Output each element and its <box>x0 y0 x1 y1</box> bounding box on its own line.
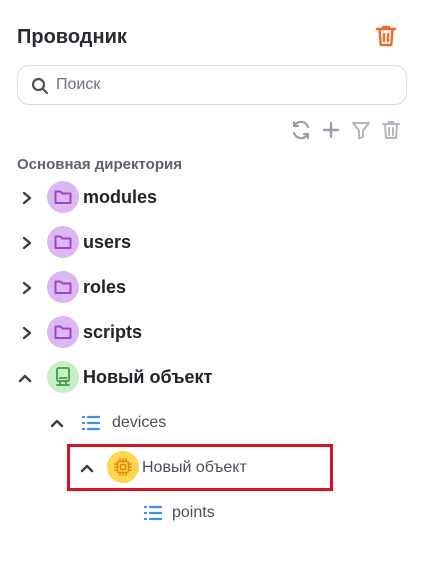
plus-icon[interactable] <box>320 119 342 141</box>
explorer-header: Проводник <box>17 24 407 52</box>
tree-item-roles[interactable]: roles <box>17 270 367 306</box>
trash-icon[interactable] <box>375 24 397 48</box>
list-icon <box>142 502 164 524</box>
tree-item-label: Новый объект <box>83 367 213 387</box>
chevron-right-icon[interactable] <box>19 324 35 342</box>
tree-item-label: devices <box>112 414 167 431</box>
search-icon <box>31 77 49 95</box>
filter-icon[interactable] <box>350 119 372 141</box>
tree-item-points[interactable]: points <box>140 495 340 531</box>
list-icon <box>80 412 102 434</box>
device-icon <box>47 361 79 393</box>
chevron-right-icon[interactable] <box>19 234 35 252</box>
tree-toolbar <box>290 119 405 141</box>
selection-highlight <box>67 444 333 491</box>
tree-item-label: modules <box>83 187 158 207</box>
trash-icon[interactable] <box>380 119 402 141</box>
search-field[interactable] <box>17 65 407 105</box>
chevron-right-icon[interactable] <box>19 189 35 207</box>
tree-item-devices[interactable]: devices <box>47 405 367 441</box>
tree-item-label: scripts <box>83 322 143 342</box>
tree-item-modules[interactable]: modules <box>17 180 367 216</box>
tree-item-label: points <box>172 504 215 521</box>
folder-icon <box>47 181 79 213</box>
chevron-up-icon[interactable] <box>17 369 33 387</box>
chevron-right-icon[interactable] <box>19 279 35 297</box>
tree-item-users[interactable]: users <box>17 225 367 261</box>
chevron-up-icon[interactable] <box>49 414 65 432</box>
refresh-icon[interactable] <box>290 119 312 141</box>
root-directory-label: Основная директория <box>17 156 182 173</box>
folder-icon <box>47 271 79 303</box>
tree-item-label: users <box>83 232 132 252</box>
tree-item-label: roles <box>83 277 127 297</box>
tree-item-new-object[interactable]: Новый объект <box>17 360 367 396</box>
page-title: Проводник <box>17 26 127 48</box>
search-input[interactable] <box>56 72 396 98</box>
tree-item-scripts[interactable]: scripts <box>17 315 367 351</box>
folder-icon <box>47 226 79 258</box>
folder-icon <box>47 316 79 348</box>
